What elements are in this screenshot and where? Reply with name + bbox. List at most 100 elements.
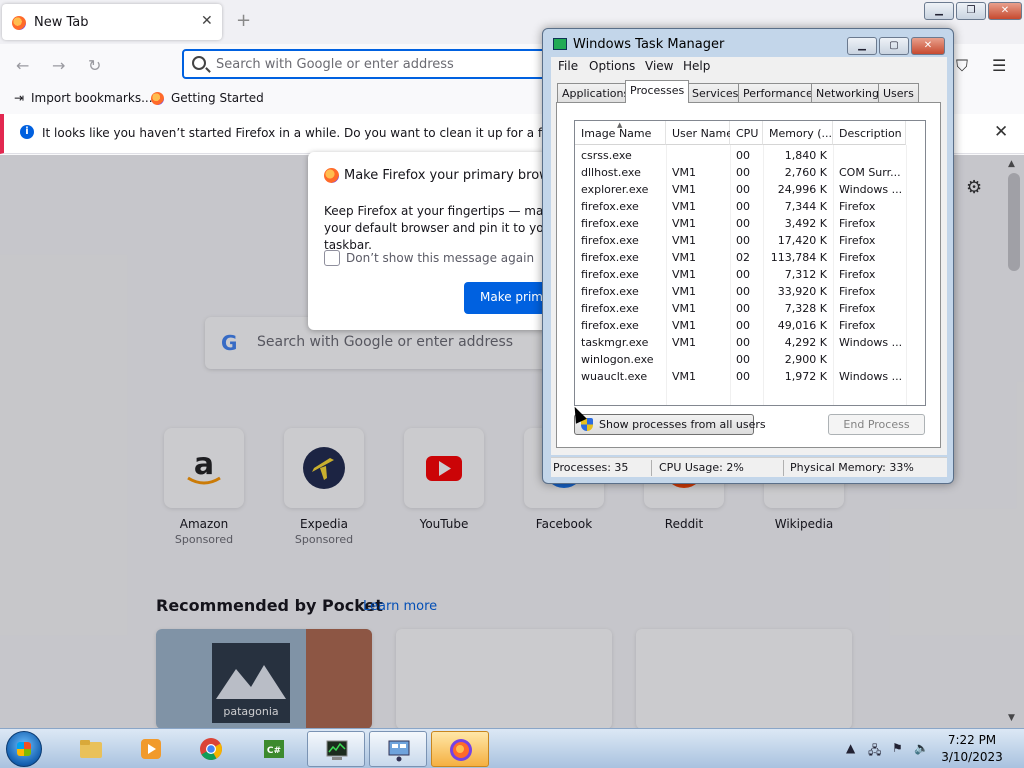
process-image-name: taskmgr.exe	[581, 336, 649, 349]
process-memory: 33,920 K	[777, 285, 827, 298]
process-row[interactable]: firefox.exe VM1 00 3,492 K Firefox	[575, 215, 925, 232]
tab-applications[interactable]: Applications	[557, 83, 635, 102]
process-cpu: 00	[736, 217, 750, 230]
tab-services[interactable]: Services	[687, 83, 744, 102]
tab-performance[interactable]: Performance	[738, 83, 818, 102]
process-row[interactable]: explorer.exe VM1 00 24,996 K Windows ...	[575, 181, 925, 198]
process-row[interactable]: wuauclt.exe VM1 00 1,972 K Windows ...	[575, 368, 925, 385]
column-memory[interactable]: Memory (...	[763, 121, 833, 145]
process-description: Firefox	[839, 302, 876, 315]
menu-bar: File Options View Help	[551, 57, 947, 75]
close-tab-icon[interactable]: ✕	[201, 13, 213, 29]
process-description: Firefox	[839, 200, 876, 213]
process-memory: 2,760 K	[784, 166, 827, 179]
taskbar-csharp[interactable]: C#	[245, 731, 303, 767]
process-row[interactable]: winlogon.exe 00 2,900 K	[575, 351, 925, 368]
clock-date[interactable]: 3/10/2023	[930, 750, 1014, 764]
process-row[interactable]: firefox.exe VM1 00 7,344 K Firefox	[575, 198, 925, 215]
process-row[interactable]: firefox.exe VM1 00 7,328 K Firefox	[575, 300, 925, 317]
start-button[interactable]	[6, 731, 42, 767]
process-memory: 7,312 K	[784, 268, 827, 281]
tab-networking[interactable]: Networking	[811, 83, 884, 102]
folder-icon	[80, 740, 102, 758]
volume-icon[interactable]: 🔈	[914, 741, 929, 755]
bookmark-getting-started[interactable]: Getting Started	[171, 91, 264, 105]
url-bar[interactable]: Search with Google or enter address	[182, 49, 562, 79]
pocket-icon[interactable]: ⛉	[956, 56, 968, 76]
back-arrow-icon[interactable]: ←	[16, 56, 29, 75]
window-title: Windows Task Manager	[573, 37, 725, 52]
close-button[interactable]: ✕	[911, 37, 945, 55]
taskbar-chrome[interactable]	[182, 731, 240, 767]
taskbar-explorer[interactable]	[62, 731, 120, 767]
process-image-name: firefox.exe	[581, 302, 639, 315]
flag-icon[interactable]: ⚑	[892, 741, 903, 755]
process-cpu: 00	[736, 166, 750, 179]
menu-options[interactable]: Options	[589, 59, 635, 73]
process-description: Windows ...	[839, 370, 903, 383]
process-row[interactable]: firefox.exe VM1 02 113,784 K Firefox	[575, 249, 925, 266]
reload-icon[interactable]: ↻	[88, 56, 101, 75]
process-description: Firefox	[839, 234, 876, 247]
process-row[interactable]: firefox.exe VM1 00 49,016 K Firefox	[575, 317, 925, 334]
show-all-label: Show processes from all users	[599, 418, 766, 431]
tab-processes[interactable]: Processes	[625, 80, 690, 103]
restore-button[interactable]: ❐	[956, 2, 986, 20]
network-tray-icon[interactable]: 🖧	[868, 741, 881, 762]
taskbar-firefox[interactable]	[431, 731, 489, 767]
minimize-button[interactable]: ▁	[924, 2, 954, 20]
clock-time[interactable]: 7:22 PM	[930, 733, 1014, 747]
column-user-name[interactable]: User Name	[666, 121, 733, 145]
menu-icon[interactable]: ☰	[992, 56, 1006, 75]
column-description[interactable]: Description	[833, 121, 906, 145]
process-memory: 17,420 K	[777, 234, 827, 247]
taskbar-media-player[interactable]	[122, 731, 180, 767]
close-button[interactable]: ✕	[988, 2, 1022, 20]
forward-arrow-icon[interactable]: →	[52, 56, 65, 75]
menu-view[interactable]: View	[645, 59, 673, 73]
process-list[interactable]: Image Name User Name CPU Memory (... Des…	[574, 120, 926, 406]
menu-file[interactable]: File	[558, 59, 578, 73]
process-memory: 24,996 K	[777, 183, 827, 196]
process-cpu: 00	[736, 285, 750, 298]
dont-show-label[interactable]: Don’t show this message again	[346, 251, 534, 265]
process-description: Firefox	[839, 217, 876, 230]
status-cpu: CPU Usage: 2%	[659, 461, 744, 474]
make-primary-button[interactable]: Make primary browser	[464, 282, 548, 314]
sort-arrow-icon: ▲	[617, 121, 623, 129]
tab-users[interactable]: Users	[878, 83, 919, 102]
menu-help[interactable]: Help	[683, 59, 710, 73]
bookmark-import[interactable]: Import bookmarks...	[31, 91, 153, 105]
maximize-button[interactable]: ▢	[879, 37, 909, 55]
column-cpu[interactable]: CPU	[730, 121, 763, 145]
minimize-button[interactable]: ▁	[847, 37, 877, 55]
process-cpu: 00	[736, 370, 750, 383]
process-cpu: 00	[736, 268, 750, 281]
process-row[interactable]: csrss.exe 00 1,840 K	[575, 147, 925, 164]
dont-show-checkbox[interactable]	[324, 250, 340, 266]
process-row[interactable]: firefox.exe VM1 00 33,920 K Firefox	[575, 283, 925, 300]
new-tab-button[interactable]: +	[236, 10, 251, 31]
process-row[interactable]: firefox.exe VM1 00 7,312 K Firefox	[575, 266, 925, 283]
firefox-icon	[12, 16, 26, 30]
dialog-title: Make Firefox your primary browser?	[344, 168, 548, 183]
process-row[interactable]: dllhost.exe VM1 00 2,760 K COM Surr...	[575, 164, 925, 181]
default-browser-dialog: Make Firefox your primary browser? Keep …	[308, 152, 548, 330]
info-icon: i	[20, 125, 34, 139]
process-user-name: VM1	[672, 268, 697, 281]
process-row[interactable]: firefox.exe VM1 00 17,420 K Firefox	[575, 232, 925, 249]
show-all-processes-button[interactable]: Show processes from all users	[574, 414, 766, 435]
process-memory: 113,784 K	[770, 251, 827, 264]
tab-new-tab[interactable]: New Tab ✕	[2, 4, 222, 40]
tray-expand-icon[interactable]: ▲	[846, 741, 855, 755]
process-image-name: winlogon.exe	[581, 353, 654, 366]
process-user-name: VM1	[672, 336, 697, 349]
url-input[interactable]: Search with Google or enter address	[216, 57, 454, 72]
end-process-button[interactable]: End Process	[828, 414, 925, 435]
taskbar-remote-desktop[interactable]	[369, 731, 427, 767]
process-row[interactable]: taskmgr.exe VM1 00 4,292 K Windows ...	[575, 334, 925, 351]
taskbar-task-manager[interactable]	[307, 731, 365, 767]
close-icon[interactable]: ✕	[994, 122, 1008, 142]
process-image-name: explorer.exe	[581, 183, 649, 196]
process-image-name: wuauclt.exe	[581, 370, 648, 383]
